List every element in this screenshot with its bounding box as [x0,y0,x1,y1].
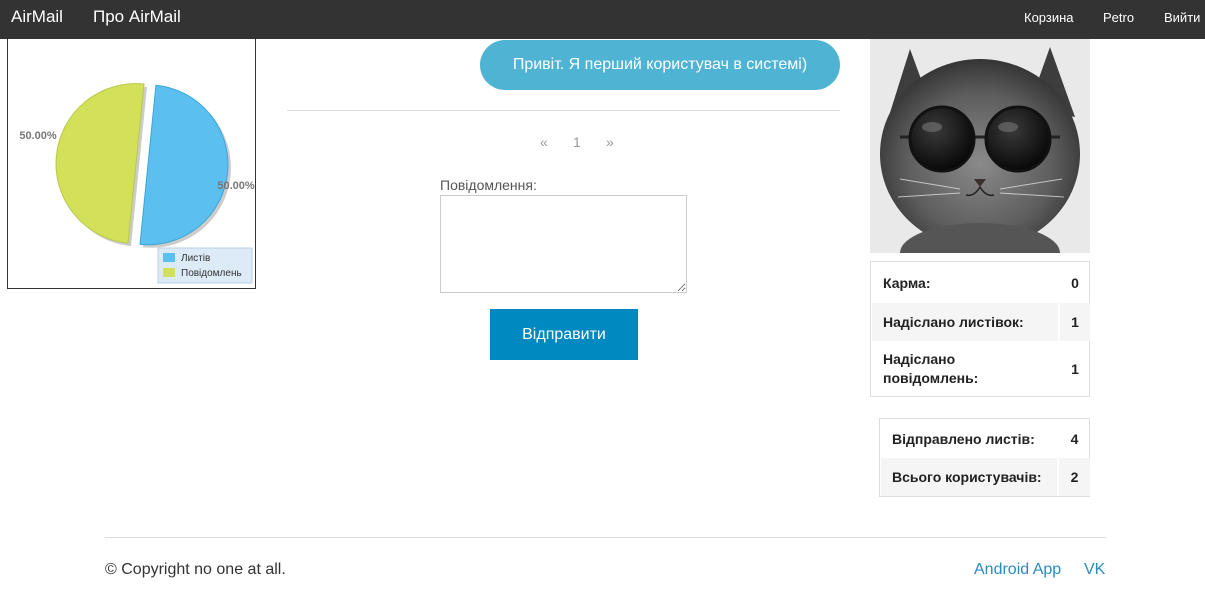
divider [287,110,840,111]
send-button[interactable]: Відправити [490,309,638,360]
nav-cart-link[interactable]: Корзина [1024,10,1074,25]
stat-value: 0 [1071,275,1079,291]
nav-logout-link[interactable]: Вийти [1164,10,1200,25]
stat-value: 1 [1071,361,1079,377]
legend-swatch [163,268,175,277]
brand-link[interactable]: AirMail [11,7,63,27]
footer-divider [105,537,1106,538]
legend-label: Листів [181,253,210,264]
pie-data-label: 50.00% [19,130,57,142]
table-row: Надіслано повідомлень: 1 [872,343,1090,395]
stat-label: Надіслано листівок: [872,303,1058,341]
navbar: AirMail Про AirMail Корзина Petro Вийти [0,0,1205,39]
nav-about-link[interactable]: Про AirMail [93,7,181,27]
table-row: Надіслано листівок: 1 [872,303,1090,341]
legend-swatch [163,253,175,262]
pager-next[interactable]: » [606,134,614,150]
stat-value: 2 [1059,458,1090,496]
message-label: Повідомлення: [440,177,537,193]
message-textarea[interactable] [440,195,687,293]
profile-stats-table: Карма: 0 Надіслано листівок: 1 Надіслано… [870,261,1090,397]
message-bubble: Привіт. Я перший користувач в системі) [480,40,840,90]
android-app-link[interactable]: Android App [974,561,1061,579]
stat-label: Карма: [883,275,931,291]
table-row: Відправлено листів: 4 [881,420,1090,457]
nav-user-link[interactable]: Petro [1103,10,1134,25]
stat-value: 4 [1070,430,1079,447]
pie-slice [139,84,229,246]
pager-page[interactable]: 1 [573,134,581,150]
stat-label: Надіслано повідомлень: [883,351,979,386]
stats-chart: 50.00% 50.00% Листів Повідомлень [7,39,256,289]
pager-prev[interactable]: « [540,134,548,150]
vk-link[interactable]: VK [1084,561,1105,579]
copyright-text: © Copyright no one at all. [105,561,286,578]
table-row: Карма: 0 [872,263,1090,303]
avatar [870,39,1090,253]
pie-slice [55,83,145,244]
legend-label: Повідомлень [181,268,242,279]
stat-label: Всього користувачів: [881,458,1057,496]
table-row: Всього користувачів: 2 [881,458,1090,496]
stat-value: 1 [1060,303,1090,341]
global-stats-table: Відправлено листів: 4 Всього користувачі… [879,418,1090,497]
pie-chart-svg: 50.00% 50.00% Листів Повідомлень [19,83,255,284]
pie-data-label: 50.00% [217,180,255,192]
stat-label: Відправлено листів: [892,430,1035,447]
